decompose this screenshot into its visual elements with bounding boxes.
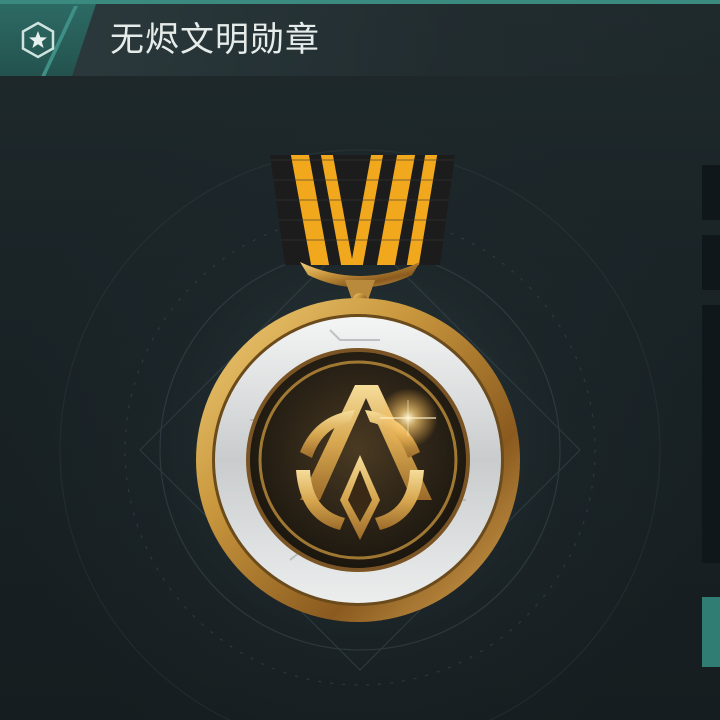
sparkle-highlight bbox=[378, 388, 438, 448]
medal-ribbon bbox=[270, 155, 455, 265]
medal-screen: 无烬文明勋章 bbox=[0, 0, 720, 720]
medal-artwork bbox=[59, 149, 661, 720]
